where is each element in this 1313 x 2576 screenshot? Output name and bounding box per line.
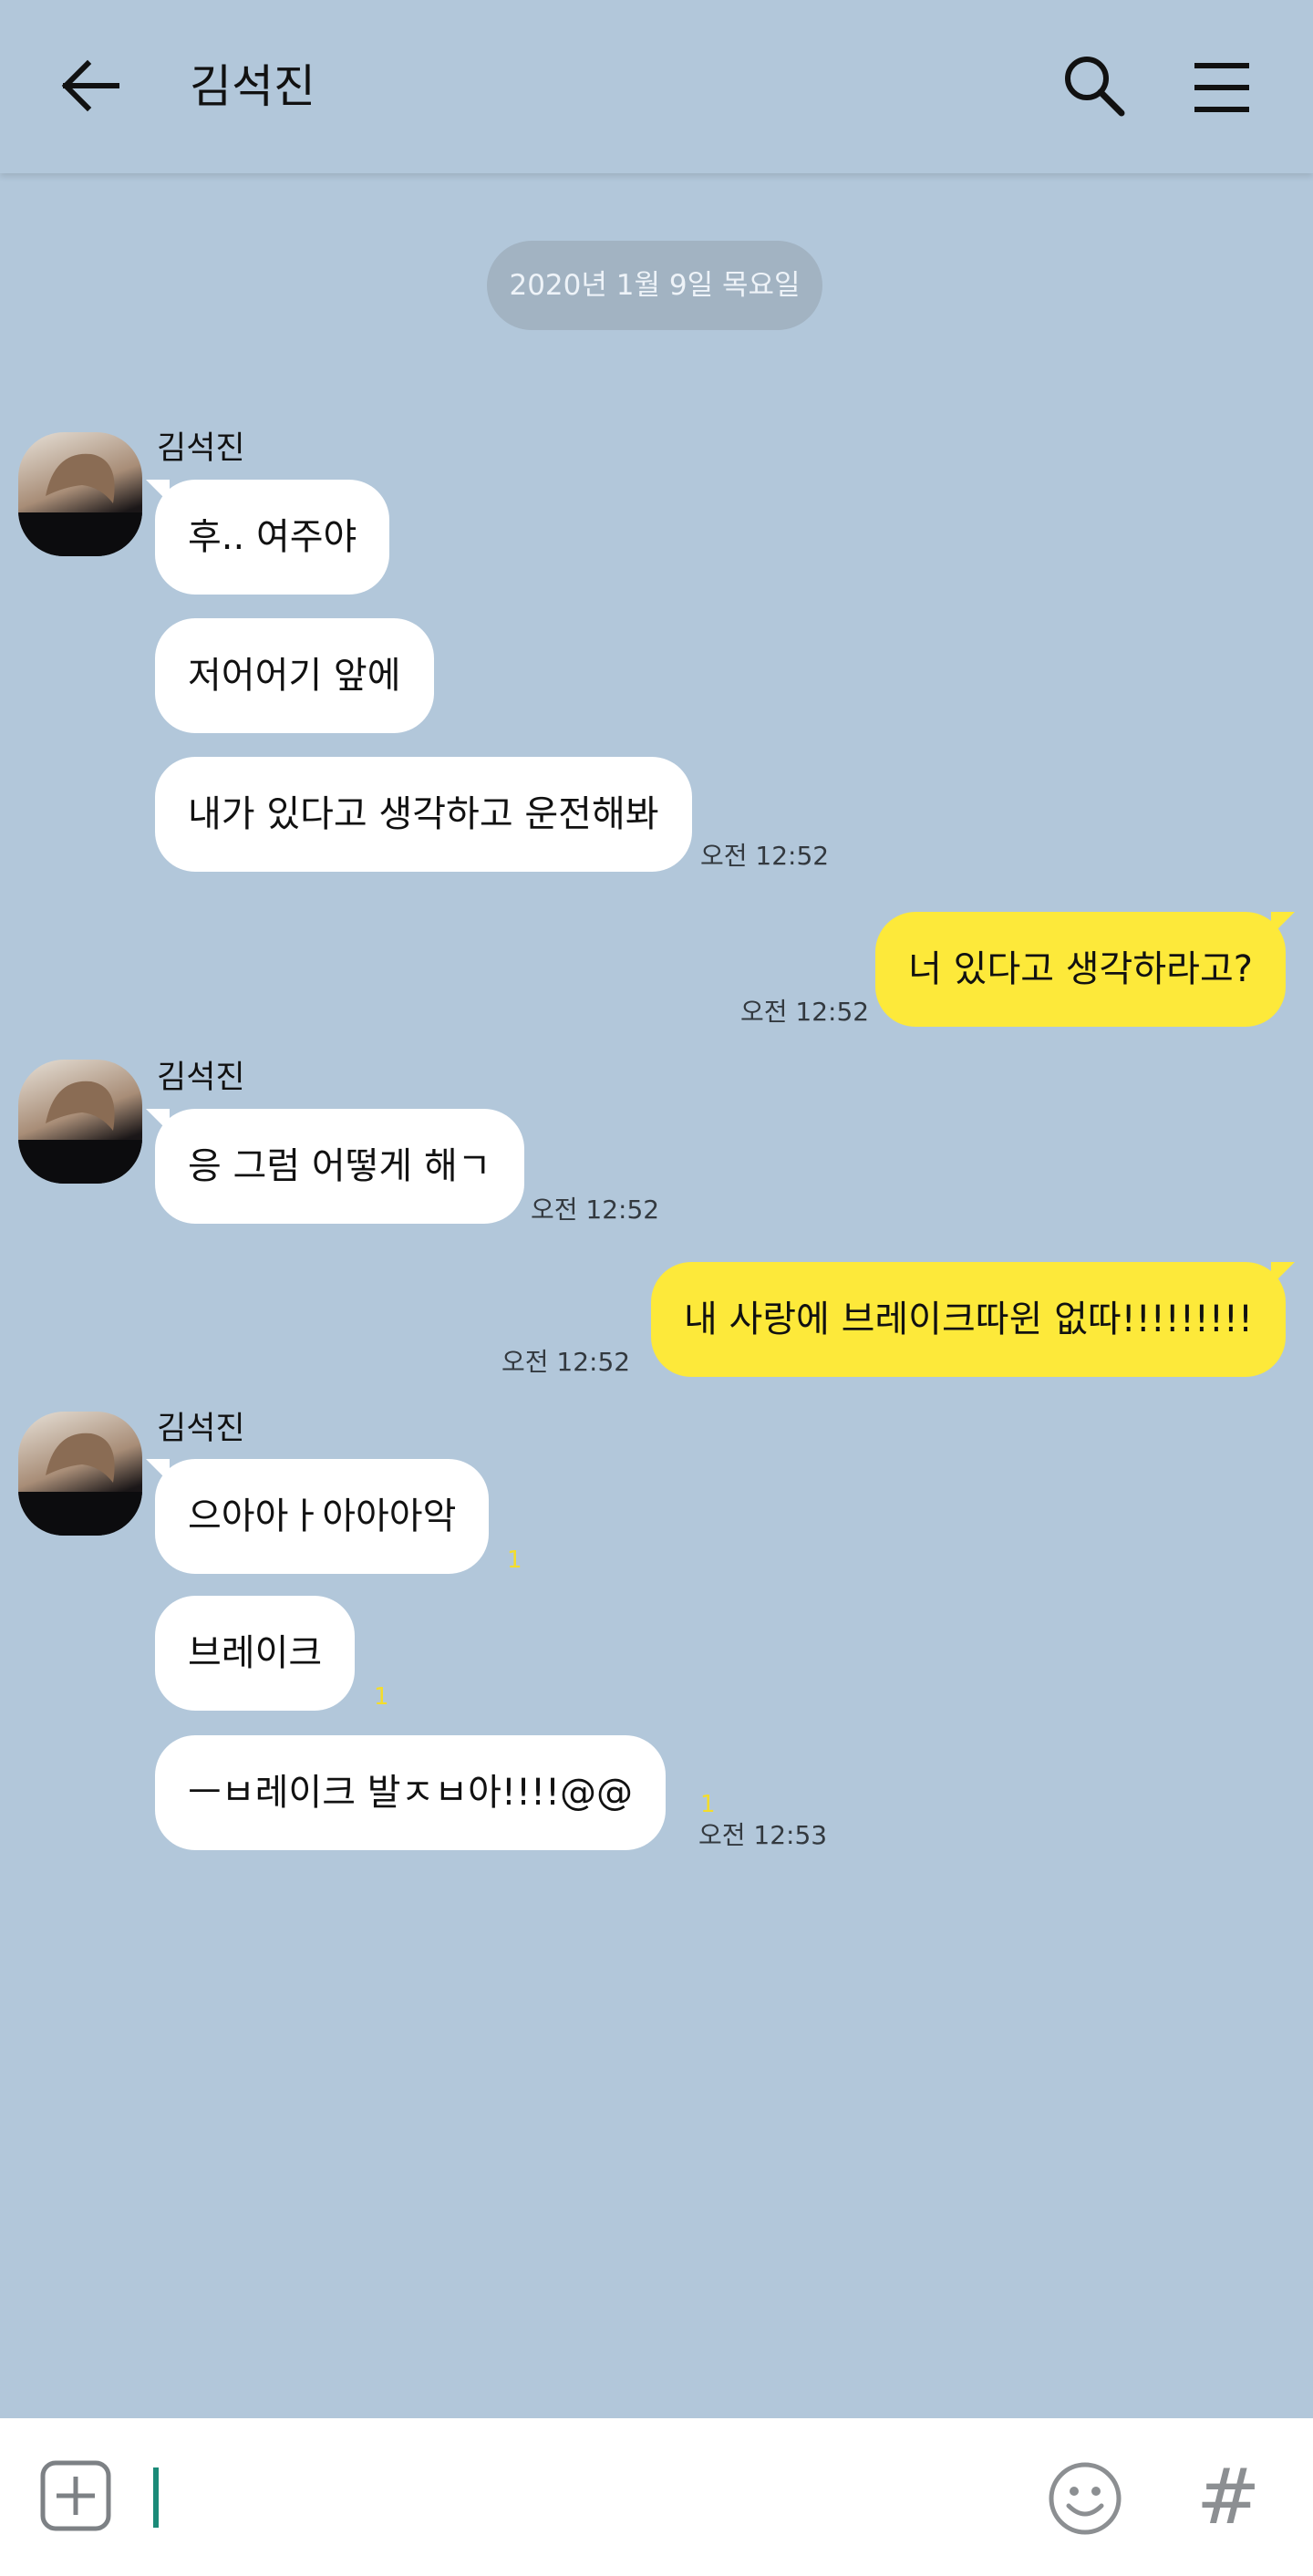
message-bubble[interactable]: ㅡㅂ레이크 발ㅈㅂ아!!!!@@	[155, 1735, 667, 1850]
arrow-left-icon[interactable]	[57, 53, 122, 119]
avatar[interactable]	[18, 432, 142, 556]
avatar[interactable]	[18, 1060, 142, 1184]
chat-header: 김석진	[0, 0, 1313, 173]
hashtag-icon[interactable]: #	[1196, 2455, 1260, 2539]
message-bubble[interactable]: 내가 있다고 생각하고 운전해봐	[155, 757, 692, 872]
unread-count: 1	[374, 1683, 389, 1711]
message-input-bar: #	[0, 2418, 1313, 2576]
search-icon[interactable]	[1060, 51, 1129, 120]
hamburger-menu-icon[interactable]	[1189, 55, 1255, 120]
message-bubble[interactable]: 브레이크	[155, 1596, 356, 1711]
message-time: 오전 12:53	[698, 1820, 828, 1850]
date-divider: 2020년 1월 9일 목요일	[487, 241, 822, 330]
message-bubble[interactable]: 후.. 여주야	[145, 480, 390, 595]
smiley-icon[interactable]	[1047, 2460, 1123, 2537]
sender-name: 김석진	[157, 1411, 245, 1447]
unread-count: 1	[507, 1547, 522, 1574]
message-time: 오전 12:52	[501, 1347, 631, 1377]
message-time: 오전 12:52	[700, 841, 830, 871]
text-caret	[153, 2467, 159, 2528]
message-input[interactable]	[146, 2455, 1021, 2539]
my-message-bubble[interactable]: 내 사랑에 브레이크따윈 없따!!!!!!!!!	[650, 1262, 1296, 1377]
message-bubble[interactable]: 저어어기 앞에	[155, 618, 434, 733]
chat-title: 김석진	[190, 60, 315, 113]
unread-count: 1	[700, 1791, 716, 1818]
message-time: 오전 12:52	[531, 1195, 660, 1225]
avatar[interactable]	[18, 1412, 142, 1536]
plus-box-icon[interactable]	[40, 2460, 111, 2531]
sender-name: 김석진	[157, 1060, 245, 1096]
message-bubble[interactable]: 으아아ㅏ아아아악	[145, 1459, 490, 1574]
sender-name: 김석진	[157, 430, 245, 467]
message-bubble[interactable]: 응 그럼 어떻게 해ㄱ	[146, 1109, 524, 1224]
message-time: 오전 12:52	[740, 997, 870, 1027]
my-message-bubble[interactable]: 너 있다고 생각하라고?	[875, 912, 1295, 1027]
